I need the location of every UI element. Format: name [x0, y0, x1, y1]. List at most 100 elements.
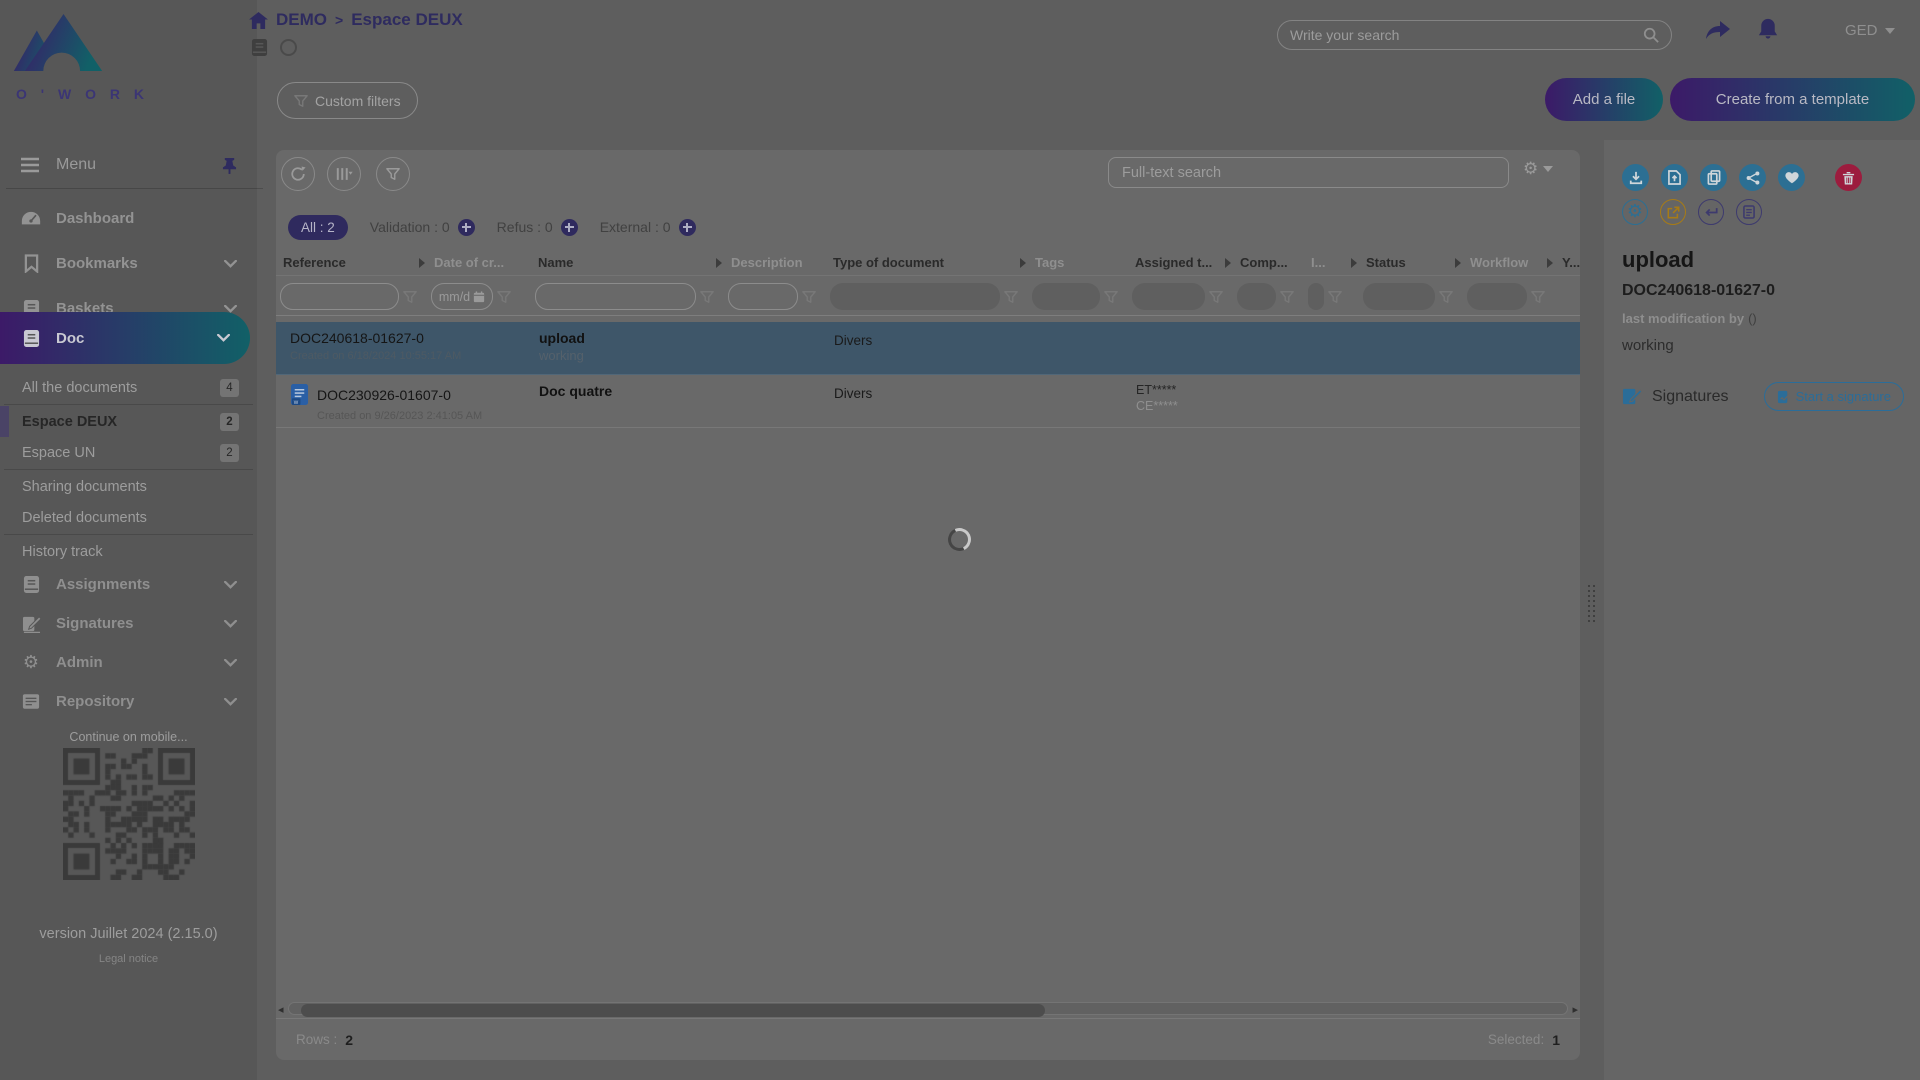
- global-search-input[interactable]: Write your search: [1277, 20, 1672, 50]
- funnel-icon[interactable]: [1328, 290, 1342, 304]
- scrollbar-thumb[interactable]: [301, 1004, 1045, 1017]
- filter-input-description[interactable]: [728, 283, 798, 310]
- sidebar-item-deleted-documents[interactable]: Deleted documents: [0, 502, 257, 533]
- pin-icon[interactable]: [222, 157, 237, 174]
- scrollbar-track[interactable]: [288, 1002, 1568, 1015]
- trash-button[interactable]: [1835, 164, 1862, 191]
- sidebar-item-doc[interactable]: Doc: [0, 312, 250, 364]
- funnel-icon[interactable]: [1439, 290, 1453, 304]
- sidebar-item-repository[interactable]: Repository: [0, 682, 257, 721]
- sidebar-item-dashboard[interactable]: Dashboard: [0, 196, 257, 241]
- column-header-y[interactable]: Y...: [1555, 250, 1580, 275]
- create-from-template-button[interactable]: Create from a template: [1670, 78, 1915, 121]
- filter-select-workflow[interactable]: [1467, 283, 1527, 310]
- profile-menu[interactable]: GED: [1845, 22, 1895, 39]
- funnel-icon[interactable]: [1280, 290, 1294, 304]
- column-header-i[interactable]: I...: [1304, 250, 1359, 275]
- column-header-workflow[interactable]: Workflow: [1463, 250, 1555, 275]
- filter-select-comp[interactable]: [1237, 283, 1276, 310]
- column-header-assigned-t[interactable]: Assigned t...: [1128, 250, 1233, 275]
- sidebar-item-signatures[interactable]: Signatures: [0, 604, 257, 643]
- sidebar-item-all-the-documents[interactable]: All the documents4: [0, 372, 257, 403]
- column-header-comp[interactable]: Comp...: [1233, 250, 1304, 275]
- copy-button[interactable]: [1700, 164, 1727, 191]
- column-header-date-of-cr[interactable]: Date of cr...: [427, 250, 531, 275]
- caret-right-icon[interactable]: [1225, 258, 1231, 268]
- breadcrumb-current[interactable]: Espace DEUX: [351, 10, 463, 30]
- table-settings-button[interactable]: ⚙: [1523, 159, 1553, 179]
- table-row[interactable]: DOC240618-01627-0Created on 6/18/2024 10…: [276, 322, 1580, 375]
- filter-select-assigned-t[interactable]: [1132, 283, 1205, 310]
- funnel-icon[interactable]: [1004, 290, 1018, 304]
- sidebar-item-espace-deux[interactable]: Espace DEUX2: [0, 406, 257, 437]
- tab-external-0[interactable]: External : 0: [600, 219, 696, 236]
- sidebar-menu-toggle[interactable]: Menu: [0, 148, 257, 182]
- funnel-icon[interactable]: [1209, 290, 1223, 304]
- filter-input-reference[interactable]: [280, 283, 399, 310]
- plus-circle-icon[interactable]: [458, 219, 475, 236]
- journal-icon[interactable]: [251, 38, 268, 57]
- filter-date-date-of-cr[interactable]: mm/d: [431, 283, 493, 310]
- column-header-description[interactable]: Description: [724, 250, 826, 275]
- sidebar-item-history-track[interactable]: History track: [0, 536, 257, 567]
- start-signature-button[interactable]: Start a signature: [1764, 382, 1904, 411]
- table-row[interactable]: wDOC230926-01607-0Created on 9/26/2023 2…: [276, 375, 1580, 428]
- filter-button[interactable]: [376, 157, 410, 191]
- add-file-button[interactable]: Add a file: [1545, 78, 1663, 121]
- filter-select-tags[interactable]: [1032, 283, 1100, 310]
- caret-right-icon[interactable]: [716, 258, 722, 268]
- caret-right-icon[interactable]: [419, 258, 425, 268]
- sidebar-item-assignments[interactable]: Assignments: [0, 565, 257, 604]
- custom-filters-button[interactable]: Custom filters: [277, 82, 418, 119]
- tab-all-2[interactable]: All : 2: [288, 215, 348, 240]
- column-header-status[interactable]: Status: [1359, 250, 1463, 275]
- column-header-reference[interactable]: Reference: [276, 250, 427, 275]
- search-icon[interactable]: [1643, 27, 1659, 43]
- external-link-button[interactable]: [1660, 199, 1686, 225]
- sidebar-item-admin[interactable]: ⚙Admin: [0, 643, 257, 682]
- tab-validation-0[interactable]: Validation : 0: [370, 219, 475, 236]
- home-icon[interactable]: [249, 12, 268, 29]
- filter-select-i[interactable]: [1308, 283, 1324, 310]
- panel-resize-handle[interactable]: [1588, 585, 1598, 623]
- share-nodes-button[interactable]: [1739, 164, 1766, 191]
- caret-right-icon[interactable]: [1547, 258, 1553, 268]
- funnel-icon[interactable]: [497, 290, 511, 304]
- sidebar-item-sharing-documents[interactable]: Sharing documents: [0, 471, 257, 502]
- scroll-left-icon[interactable]: ◂: [278, 1003, 284, 1016]
- columns-button[interactable]: [327, 157, 361, 191]
- refresh-button[interactable]: [281, 157, 315, 191]
- funnel-icon[interactable]: [1104, 290, 1118, 304]
- funnel-icon[interactable]: [802, 290, 816, 304]
- plus-circle-icon[interactable]: [679, 219, 696, 236]
- column-header-tags[interactable]: Tags: [1028, 250, 1128, 275]
- column-header-type-of-document[interactable]: Type of document: [826, 250, 1028, 275]
- filter-select-status[interactable]: [1363, 283, 1435, 310]
- horizontal-scrollbar[interactable]: ◂ ▸: [278, 1001, 1578, 1016]
- column-header-name[interactable]: Name: [531, 250, 724, 275]
- breadcrumb-home[interactable]: DEMO: [276, 10, 327, 30]
- sidebar-item-bookmarks[interactable]: Bookmarks: [0, 241, 257, 286]
- file-upload-button[interactable]: [1661, 164, 1688, 191]
- tab-refus-0[interactable]: Refus : 0: [497, 219, 578, 236]
- caret-right-icon[interactable]: [1020, 258, 1026, 268]
- return-button[interactable]: [1698, 199, 1724, 225]
- plus-circle-icon[interactable]: [561, 219, 578, 236]
- gear-button[interactable]: ⚙: [1622, 199, 1648, 225]
- caret-right-icon[interactable]: [1351, 258, 1357, 268]
- notifications-bell-icon[interactable]: [1756, 17, 1780, 42]
- funnel-icon[interactable]: [700, 290, 714, 304]
- caret-right-icon[interactable]: [1455, 258, 1461, 268]
- funnel-icon[interactable]: [403, 290, 417, 304]
- filter-select-type-of-document[interactable]: [830, 283, 1000, 310]
- download-button[interactable]: [1622, 164, 1649, 191]
- share-forward-icon[interactable]: [1705, 19, 1731, 41]
- fulltext-search-input[interactable]: Full-text search: [1108, 157, 1509, 188]
- heart-button[interactable]: [1778, 164, 1805, 191]
- filter-input-name[interactable]: [535, 283, 696, 310]
- file-button[interactable]: [1736, 199, 1762, 225]
- legal-notice-link[interactable]: Legal notice: [0, 953, 257, 965]
- sidebar-item-espace-un[interactable]: Espace UN2: [0, 437, 257, 468]
- funnel-icon[interactable]: [1531, 290, 1545, 304]
- scroll-right-icon[interactable]: ▸: [1572, 1003, 1578, 1016]
